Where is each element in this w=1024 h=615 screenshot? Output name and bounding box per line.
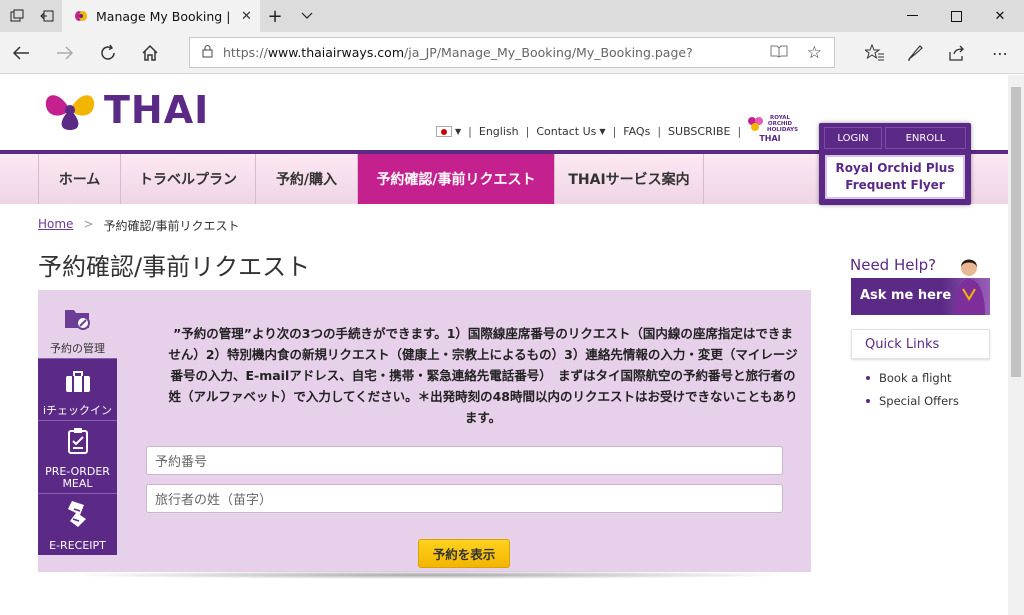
- quick-links-header: Quick Links: [851, 329, 990, 359]
- rop-line2: Frequent Flyer: [845, 178, 945, 192]
- suitcase-icon: [64, 370, 92, 397]
- close-window-icon[interactable]: ✕: [978, 0, 1022, 32]
- side-tab-manage-booking[interactable]: 予約の管理: [38, 290, 117, 358]
- favorites-hub-icon[interactable]: [860, 39, 890, 67]
- enroll-button[interactable]: ENROLL: [885, 127, 966, 149]
- close-tab-icon[interactable]: ✕: [241, 9, 252, 24]
- panel-shadow: [60, 571, 800, 579]
- booking-reference-input[interactable]: 予約番号: [146, 446, 783, 475]
- url-scheme: https://: [223, 45, 268, 60]
- back-arrow-icon[interactable]: [6, 39, 36, 67]
- contact-dropdown-icon[interactable]: ▼: [599, 127, 605, 136]
- maximize-icon[interactable]: [934, 0, 978, 32]
- url-host: www.thaiairways.com: [267, 45, 405, 60]
- address-toolbar: https://www.thaiairways.com/ja_JP/Manage…: [0, 32, 1024, 74]
- breadcrumb-current: 予約確認/事前リクエスト: [103, 219, 240, 233]
- link-subscribe[interactable]: SUBSCRIBE: [668, 125, 730, 138]
- breadcrumb-separator: >: [83, 217, 94, 231]
- scrollbar-thumb[interactable]: [1011, 87, 1021, 377]
- breadcrumb-home[interactable]: Home: [38, 217, 73, 234]
- rop-line1: Royal Orchid Plus: [835, 161, 955, 175]
- rop-frequent-flyer-link[interactable]: Royal Orchid Plus Frequent Flyer: [825, 155, 965, 199]
- active-tab[interactable]: Manage My Booking | C ✕: [62, 0, 260, 32]
- nav-travel-plan[interactable]: トラベルプラン: [120, 154, 255, 204]
- royal-orchid-plus-box: LOGIN ENROLL Royal Orchid Plus Frequent …: [819, 123, 971, 205]
- lock-icon: [202, 44, 213, 61]
- royal-orchid-holidays-logo[interactable]: ROYAL ORCHID HOLIDAYS THAI: [745, 115, 799, 149]
- clipboard-icon: [67, 427, 89, 458]
- view-booking-button[interactable]: 予約を表示: [418, 539, 510, 568]
- instructions-text: ”予約の管理”より次の3つの手続きができます。1）国際線座席番号のリクエスト（国…: [168, 326, 798, 425]
- pen-notes-icon[interactable]: [900, 39, 930, 67]
- more-menu-icon[interactable]: ⋯: [985, 39, 1015, 67]
- side-tab-icheckin[interactable]: iチェックイン: [38, 358, 117, 420]
- minimize-icon[interactable]: [890, 0, 934, 32]
- nav-manage-booking[interactable]: 予約確認/事前リクエスト: [357, 154, 554, 204]
- nav-home[interactable]: ホーム: [38, 154, 120, 204]
- link-english[interactable]: English: [479, 125, 519, 138]
- side-tab-label: E-RECEIPT: [49, 539, 106, 552]
- address-bar[interactable]: https://www.thaiairways.com/ja_JP/Manage…: [189, 37, 835, 68]
- link-faqs[interactable]: FAQs: [623, 125, 650, 138]
- home-icon[interactable]: [135, 39, 165, 67]
- browser-tab-bar: Manage My Booking | C ✕ + ✕: [0, 0, 1024, 32]
- logo-wordmark: THAI: [104, 88, 210, 132]
- japan-flag-icon[interactable]: [436, 126, 452, 137]
- ask-me-here-label: Ask me here: [860, 288, 952, 303]
- set-tabs-aside-icon[interactable]: [32, 0, 62, 32]
- page-title: 予約確認/事前リクエスト: [38, 253, 311, 281]
- web-page: THAI ▼ | English | Contact Us ▼ | FAQs |…: [0, 75, 1008, 615]
- quick-link-special-offers[interactable]: Special Offers: [866, 394, 959, 408]
- thai-logo[interactable]: THAI: [42, 85, 209, 135]
- new-tab-icon[interactable]: +: [260, 0, 290, 32]
- chevron-down-icon[interactable]: [292, 0, 322, 32]
- booking-reference-placeholder: 予約番号: [155, 455, 208, 470]
- refresh-icon[interactable]: [93, 39, 123, 67]
- receipt-icon: [66, 499, 90, 532]
- thai-favicon-icon: [74, 9, 88, 23]
- assistant-avatar-icon: [955, 259, 985, 315]
- manage-booking-panel: 予約の管理 iチェックイン PRE-ORDER MEAL E-RECEIPT ”…: [38, 290, 811, 572]
- orchid-flower-icon: [748, 117, 763, 131]
- side-tab-pre-order-meal[interactable]: PRE-ORDER MEAL: [38, 420, 117, 493]
- breadcrumb: Home > 予約確認/事前リクエスト: [38, 217, 240, 234]
- reading-view-icon[interactable]: [770, 44, 788, 62]
- nav-thai-services[interactable]: THAIサービス案内: [554, 154, 704, 204]
- page-scrollbar[interactable]: [1008, 75, 1024, 615]
- roh-text: ROYAL ORCHID HOLIDAYS: [767, 115, 799, 133]
- surname-placeholder: 旅行者の姓（苗字）: [155, 493, 273, 508]
- nav-book-purchase[interactable]: 予約/購入: [255, 154, 357, 204]
- favorite-star-icon[interactable]: ☆: [807, 43, 822, 63]
- side-tab-label: 予約の管理: [50, 342, 105, 355]
- tabs-aside-icon[interactable]: [2, 0, 32, 32]
- quick-links-list: Book a flight Special Offers: [866, 371, 959, 417]
- side-tab-label: PRE-ORDER MEAL: [45, 465, 110, 490]
- side-tab-label: iチェックイン: [42, 404, 113, 417]
- utility-links: ▼ | English | Contact Us ▼ | FAQs | SUBS…: [436, 125, 748, 138]
- link-contact-us[interactable]: Contact Us: [536, 125, 596, 138]
- flag-dropdown-icon[interactable]: ▼: [455, 127, 461, 136]
- folder-icon: [63, 304, 93, 335]
- surname-input[interactable]: 旅行者の姓（苗字）: [146, 484, 783, 513]
- need-help-title: Need Help?: [850, 256, 937, 274]
- tab-title: Manage My Booking | C: [96, 8, 231, 24]
- share-icon[interactable]: [942, 39, 972, 67]
- login-button[interactable]: LOGIN: [824, 127, 882, 149]
- quick-link-book-flight[interactable]: Book a flight: [866, 371, 959, 385]
- url-path: /ja_JP/Manage_My_Booking/My_Booking.page…: [404, 45, 693, 60]
- orchid-logo-icon: [45, 95, 95, 130]
- side-tab-e-receipt[interactable]: E-RECEIPT: [38, 493, 117, 555]
- forward-arrow-icon[interactable]: [50, 39, 80, 67]
- roh-thai-text: THAI: [759, 134, 781, 143]
